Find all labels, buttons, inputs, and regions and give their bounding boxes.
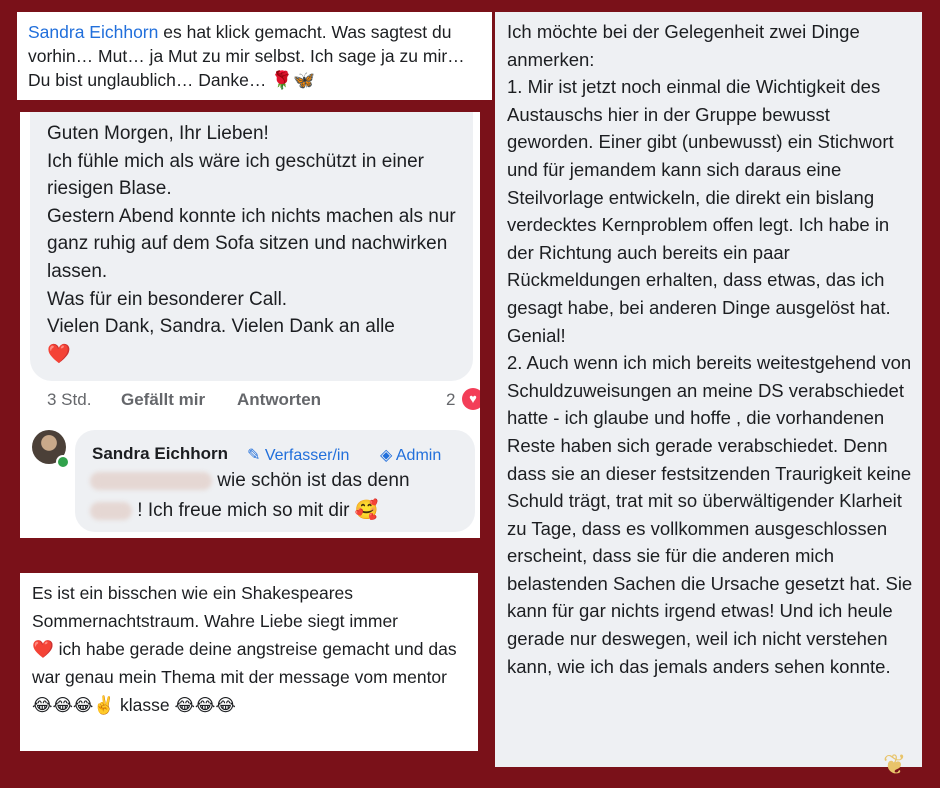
author-badge-label: Verfasser/in [264, 447, 350, 464]
butterfly-logo-icon: ❦ [883, 749, 907, 780]
reply-author[interactable]: Sandra Eichhorn [92, 444, 228, 464]
comment-card-3: Es ist ein bisschen wie ein Shakespeares… [20, 573, 478, 751]
like-button[interactable]: Gefällt mir [121, 390, 205, 410]
comment-bubble: Guten Morgen, Ihr Lieben! Ich fühle mich… [30, 112, 473, 381]
comment-body: ich habe gerade deine angstreise gemacht… [32, 639, 457, 687]
laughing-emoji: 😂😂😂 [174, 695, 236, 715]
online-indicator [56, 455, 70, 469]
comment-line: Guten Morgen, Ihr Lieben! [47, 123, 269, 144]
rose-butterfly-emoji: 🌹🦋 [271, 70, 315, 90]
shield-icon: ◈ [380, 447, 393, 464]
redacted-name [90, 471, 212, 490]
reply-bubble: Sandra Eichhorn ✎ Verfasser/in ◈ Admin w… [75, 430, 475, 532]
reply-button[interactable]: Antworten [237, 390, 321, 410]
laughing-emoji: 😂😂😂✌️ [32, 695, 116, 715]
comment-body: klasse [115, 695, 175, 715]
comment-line: Vielen Dank, Sandra. Vielen Dank an alle [47, 316, 395, 338]
comment-text: Sandra Eichhorn es hat klick gemacht. Wa… [28, 20, 488, 92]
reaction-count[interactable]: 2 [446, 390, 455, 410]
pencil-icon: ✎ [247, 447, 261, 464]
comment-card-1: Sandra Eichhorn es hat klick gemacht. Wa… [17, 12, 492, 100]
comment-text: Ich möchte bei der Gelegenheit zwei Ding… [507, 21, 913, 677]
heart-reaction-icon[interactable]: ♥ [462, 388, 480, 410]
reply-line-2: ! Ich freue mich so mit dir 🥰 [90, 498, 378, 522]
comment-text: Es ist ein bisschen wie ein Shakespeares… [32, 579, 472, 719]
comment-card-2: Guten Morgen, Ihr Lieben! Ich fühle mich… [20, 112, 480, 538]
heart-emoji: ❤️ [47, 343, 71, 365]
smiling-hearts-emoji: 🥰 [354, 500, 379, 521]
reply-text: wie schön ist das denn [217, 470, 410, 491]
comment-text: Guten Morgen, Ihr Lieben! Ich fühle mich… [47, 120, 467, 368]
comment-body: Es ist ein bisschen wie ein Shakespeares… [32, 583, 399, 631]
comment-card-4: Ich möchte bei der Gelegenheit zwei Ding… [495, 12, 922, 767]
redacted-name [90, 501, 132, 520]
author-badge: ✎ Verfasser/in [247, 445, 349, 465]
author-link[interactable]: Sandra Eichhorn [28, 22, 158, 42]
admin-badge-label: Admin [395, 447, 442, 464]
reply-line-1: wie schön ist das denn [90, 470, 410, 492]
reply-text: ! Ich freue mich so mit dir [137, 500, 350, 521]
admin-badge: ◈ Admin [380, 445, 441, 465]
comment-line: Gestern Abend konnte ich nichts machen a… [47, 205, 456, 282]
heart-emoji: ❤️ [32, 639, 54, 659]
comment-line: Was für ein besonderer Call. [47, 288, 288, 310]
timestamp[interactable]: 3 Std. [47, 390, 91, 410]
comment-line: Ich fühle mich als wäre ich geschützt in… [47, 150, 425, 200]
